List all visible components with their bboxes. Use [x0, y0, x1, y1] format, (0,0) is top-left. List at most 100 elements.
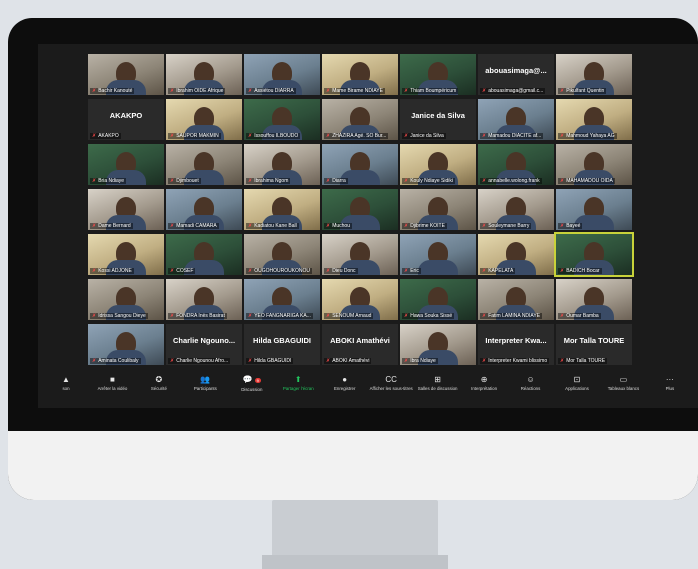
participant-name-label: ✗ Muchou [324, 223, 352, 229]
participant-tile[interactable]: ✗ MAHAMADOU OIDA [556, 144, 632, 185]
muted-mic-icon: ✗ [248, 358, 253, 364]
toolbar-button[interactable]: ▭ Tableaux blancs [601, 374, 645, 404]
toolbar-button[interactable]: ⬆ Partager l'écran [276, 374, 320, 404]
participant-tile[interactable]: Hilda GBAGUIDI ✗ Hilda GBAGUIDI [244, 324, 320, 365]
participant-video-feed [184, 152, 224, 185]
muted-mic-icon: ✗ [404, 313, 409, 319]
participant-name: BADICH Bocar [566, 268, 600, 274]
participant-tile[interactable]: ✗ Bayeé [556, 189, 632, 230]
participant-name: Kadiatou Kane Ball [254, 223, 297, 229]
participant-tile[interactable]: ✗ Bria Ndiaye [88, 144, 164, 185]
muted-mic-icon: ✗ [560, 133, 565, 139]
participant-tile[interactable]: ✗ Assiétou DIARRA [244, 54, 320, 95]
participant-tile[interactable]: ✗ FONDRA Inès Basirat [166, 279, 242, 320]
toolbar-button[interactable]: ■ Arrêter la vidéo [90, 374, 134, 404]
toolbar-button[interactable]: 👥 Participants [183, 374, 227, 404]
participant-tile[interactable]: ✗ Souleymane Barry [478, 189, 554, 230]
participant-name: abouasimaga@gmail.c... [488, 88, 544, 94]
toolbar-button[interactable]: ⊞ Salles de discussion [416, 374, 460, 404]
participant-tile[interactable]: ✗ Pikulfant Quentin [556, 54, 632, 95]
participant-tile[interactable]: ✗ Djibrime KOITE [400, 189, 476, 230]
toolbar-button[interactable]: CC Afficher les sous-titres [369, 374, 413, 404]
participant-tile[interactable]: ✗ ZHAZIRA Agé. SO Bur... [322, 99, 398, 140]
participant-display-name: Janice da Silva [411, 111, 465, 120]
toolbar-button[interactable]: ⊕ Interprétation [462, 374, 506, 404]
participant-tile[interactable]: ✗ Mamadou DIACITE af... [478, 99, 554, 140]
participant-tile[interactable]: ✗ OUGOHOUROUKONOU [244, 234, 320, 275]
participant-tile[interactable]: Interpreter Kwa... ✗ Interpreter Kwami bli… [478, 324, 554, 365]
participant-tile[interactable]: ✗ YEO FANGNARIGA KA... [244, 279, 320, 320]
participant-tile[interactable]: ✗ Kossi ADJONE [88, 234, 164, 275]
participant-name-label: ✗ Souleymane Barry [480, 223, 532, 229]
participant-name-label: ✗ COSEF [168, 268, 196, 274]
toolbar-button[interactable]: ⊡ Applications [555, 374, 599, 404]
participant-tile[interactable]: ✗ annabelle.wolong.frank [478, 144, 554, 185]
toolbar-button[interactable]: ··· Plus [648, 374, 692, 404]
participant-video-feed [106, 287, 146, 320]
toolbar-button[interactable]: ▲ son [44, 374, 88, 404]
muted-mic-icon: ✗ [170, 268, 175, 274]
participant-tile[interactable]: ✗ Fatim LAMINA NDIAYE [478, 279, 554, 320]
participant-tile[interactable]: ✗ Mahmoud Yahaya AG [556, 99, 632, 140]
participant-name: Pikulfant Quentin [566, 88, 605, 94]
participant-tile[interactable]: ✗ Dame Bernard [88, 189, 164, 230]
toolbar-button[interactable]: ● Enregistrer [323, 374, 367, 404]
participant-tile[interactable]: ✗ Ibrahim OIDE Afrique [166, 54, 242, 95]
participant-name-label: ✗ ZHAZIRA Agé. SO Bur... [324, 133, 389, 139]
participant-tile[interactable]: ✗ Kadiatou Kane Ball [244, 189, 320, 230]
muted-mic-icon: ✗ [170, 88, 175, 94]
meeting-toolbar: ▲ son ■ Arrêter la vidéo ✪ Sécurité 👥 Participa… [38, 374, 698, 404]
participant-tile[interactable]: ✗ Aminata Coulibaly [88, 324, 164, 365]
participant-tile[interactable]: ✗ KAPELATA [478, 234, 554, 275]
monitor-stand-base [262, 555, 448, 569]
participant-tile[interactable]: ✗ Dieu Donc [322, 234, 398, 275]
muted-mic-icon: ✗ [326, 88, 331, 94]
participant-tile[interactable]: ✗ Thiam Boumpéricum [400, 54, 476, 95]
participant-tile[interactable]: Charlie Ngouno... ✗ Charlie Ngounou Afro..… [166, 324, 242, 365]
participant-tile[interactable]: ✗ Ibra Ndiaye [400, 324, 476, 365]
participant-tile[interactable]: ✗ BADICH Bocar [554, 232, 634, 277]
participant-tile[interactable]: ✗ Hawa Souka Sissé [400, 279, 476, 320]
participant-tile[interactable]: ✗ Mame Birame NDIAYE [322, 54, 398, 95]
participant-tile[interactable]: abouasimaga@... ✗ abouasimaga@gmail.c... [478, 54, 554, 95]
muted-mic-icon: ✗ [248, 223, 253, 229]
participant-name: Charlie Ngounou Afro... [176, 358, 229, 364]
more-icon: ··· [665, 375, 674, 384]
participant-tile[interactable]: ✗ COSEF [166, 234, 242, 275]
participant-tile[interactable]: ✗ Ibrahima Ngom [244, 144, 320, 185]
participant-tile[interactable]: ABOKI Amathévi ✗ ABOKI Amathévi [322, 324, 398, 365]
participant-name: COSEF [176, 268, 194, 274]
toolbar-button[interactable]: ☺ Réactions [509, 374, 553, 404]
participant-name: Muchou [332, 223, 350, 229]
participant-tile[interactable]: ✗ Bachir Kanouté [88, 54, 164, 95]
participant-video-feed [574, 242, 614, 275]
participant-name-label: ✗ Bachir Kanouté [90, 88, 135, 94]
participant-tile[interactable]: Mor Talla TOURE ✗ Mor Talla TOURE [556, 324, 632, 365]
participant-name-label: ✗ Interpreter Kwami blissimo [480, 358, 550, 364]
muted-mic-icon: ✗ [482, 223, 487, 229]
participant-video-feed [418, 242, 458, 275]
participant-tile[interactable]: ✗ Oumar Bamba [556, 279, 632, 320]
participant-tile[interactable]: ✗ Mamadi CAMARA [166, 189, 242, 230]
participant-tile[interactable]: ✗ SAUPOR MAKMIN [166, 99, 242, 140]
participant-video-feed [496, 242, 536, 275]
participant-tile[interactable]: ✗ Issouffou ILBOUDO [244, 99, 320, 140]
participant-tile[interactable]: ✗ Muchou [322, 189, 398, 230]
toolbar-button[interactable]: 💬 9 Discussion [230, 374, 274, 404]
participant-video-feed [496, 287, 536, 320]
participant-tile[interactable]: Janice da Silva ✗ Janice da Silva [400, 99, 476, 140]
participant-video-feed [418, 197, 458, 230]
muted-mic-icon: ✗ [248, 313, 253, 319]
toolbar-button[interactable]: ✪ Sécurité [137, 374, 181, 404]
participant-tile[interactable]: ✗ Eric [400, 234, 476, 275]
participant-tile[interactable]: ✗ SENOUM Arnaud [322, 279, 398, 320]
participant-tile[interactable]: ✗ Djimbouet [166, 144, 242, 185]
participant-name-label: ✗ Djibrime KOITE [402, 223, 447, 229]
participants-icon: 👥 [200, 375, 211, 384]
participant-tile[interactable]: ✗ Kouly Ndiaye Sidiki [400, 144, 476, 185]
participant-tile[interactable]: AKAKPO ✗ AKAKPO [88, 99, 164, 140]
participant-tile[interactable]: ✗ Idrissa Sangou Dieye [88, 279, 164, 320]
participant-name-label: ✗ Bayeé [558, 223, 583, 229]
participant-tile[interactable]: ✗ Diarra [322, 144, 398, 185]
participant-video-feed [106, 62, 146, 95]
